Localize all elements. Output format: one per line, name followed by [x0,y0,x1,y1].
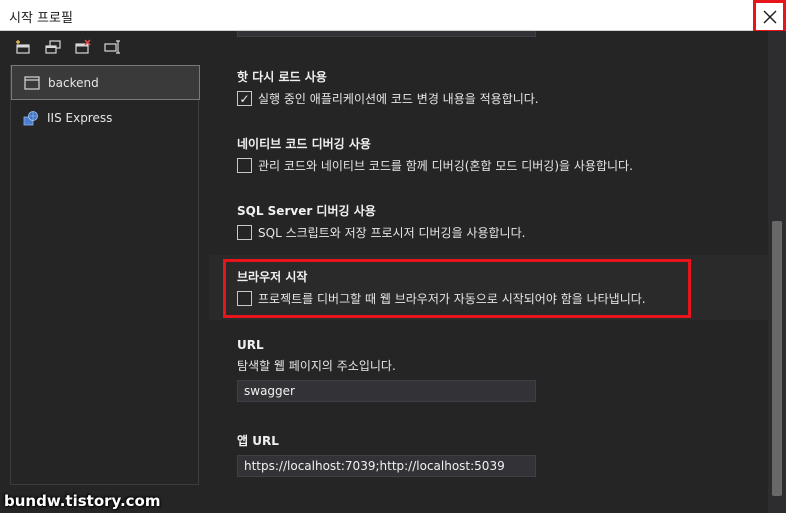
highlight-annotation [223,259,691,318]
profile-list: backend IIS Express [10,65,200,485]
profile-toolbar [14,39,122,55]
profile-panel: backend IIS Express [0,31,209,513]
native-debug-section: 네이티브 코드 디버깅 사용 관리 코드와 네이티브 코드를 함께 디버깅(혼합… [237,135,633,174]
hot-reload-section: 핫 다시 로드 사용 ✓ 실행 중인 애플리케이션에 코드 변경 내용을 적용합… [237,68,539,107]
profile-label: backend [48,75,99,90]
hot-reload-title: 핫 다시 로드 사용 [237,70,327,84]
partial-input[interactable] [237,31,536,37]
profile-label: IIS Express [47,111,113,125]
app-url-title: 앱 URL [237,434,279,448]
url-title: URL [237,338,264,352]
sql-debug-title: SQL Server 디버깅 사용 [237,204,376,218]
url-input[interactable]: swagger [237,380,536,402]
scroll-thumb[interactable] [772,221,782,496]
close-button[interactable] [753,0,786,33]
delete-profile-icon[interactable] [74,39,92,55]
close-icon [763,10,776,23]
native-debug-checkbox[interactable] [237,158,252,173]
url-description: 탐색할 웹 페이지의 주소입니다. [237,359,396,373]
sql-debug-label: SQL 스크립트와 저장 프로시저 디버깅을 사용합니다. [258,226,526,240]
settings-panel: 핫 다시 로드 사용 ✓ 실행 중인 애플리케이션에 코드 변경 내용을 적용합… [209,31,768,513]
app-url-input[interactable]: https://localhost:7039;http://localhost:… [237,455,536,477]
sql-debug-checkbox[interactable] [237,225,252,240]
window-icon [24,75,40,90]
app-url-section: 앱 URL https://localhost:7039;http://loca… [237,432,536,477]
profile-item-iis-express[interactable]: IIS Express [11,101,200,135]
native-debug-title: 네이티브 코드 디버깅 사용 [237,137,371,151]
sql-debug-section: SQL Server 디버깅 사용 SQL 스크립트와 저장 프로시저 디버깅을… [237,202,525,241]
watermark: bundw.tistory.com [4,492,161,510]
native-debug-label: 관리 코드와 네이티브 코드를 함께 디버깅(혼합 모드 디버깅)을 사용합니다… [258,159,633,173]
window-title: 시작 프로필 [9,11,73,26]
url-section: URL 탐색할 웹 페이지의 주소입니다. swagger [237,338,536,402]
profile-item-backend[interactable]: backend [11,65,200,100]
copy-profile-icon[interactable] [44,39,62,55]
vertical-scrollbar[interactable] [768,31,786,513]
rename-profile-icon[interactable] [104,39,122,55]
hot-reload-checkbox[interactable]: ✓ [237,91,252,106]
title-bar: 시작 프로필 [0,0,786,33]
iis-globe-icon [23,111,38,126]
hot-reload-label: 실행 중인 애플리케이션에 코드 변경 내용을 적용합니다. [258,92,539,106]
new-profile-icon[interactable] [14,39,32,55]
